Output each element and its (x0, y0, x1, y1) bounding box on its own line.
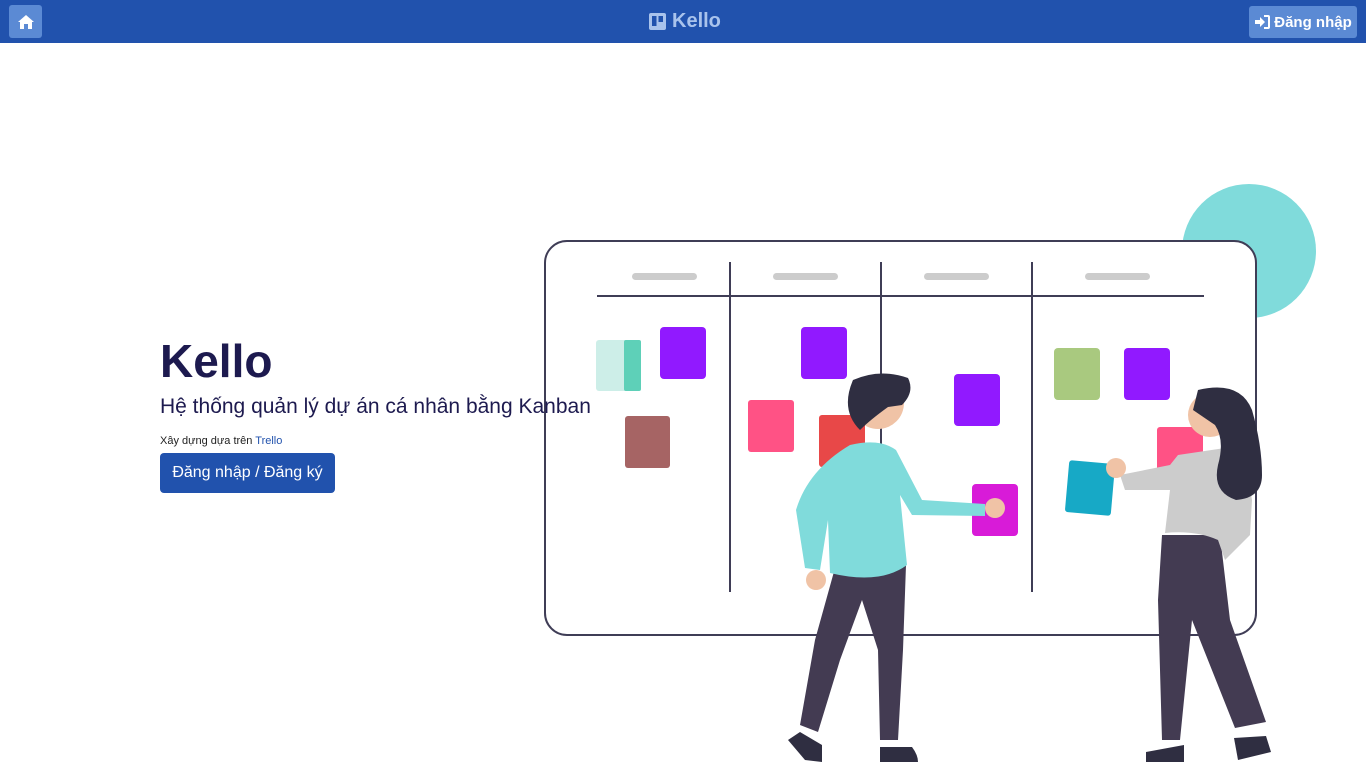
trello-board-icon (649, 12, 666, 30)
brand-logo[interactable]: Kello (649, 10, 721, 32)
trello-link[interactable]: Trello (255, 435, 282, 447)
home-button[interactable] (9, 5, 42, 38)
kanban-illustration (540, 180, 1330, 768)
sign-in-icon (1255, 15, 1271, 29)
hero-title: Kello (160, 335, 273, 387)
login-button[interactable]: Đăng nhập (1249, 6, 1357, 38)
built-on-prefix: Xây dựng dựa trên (160, 435, 253, 447)
login-label: Đăng nhập (1274, 13, 1352, 31)
top-navbar: Kello Đăng nhập (0, 0, 1366, 43)
brand-name: Kello (672, 9, 721, 32)
built-on-note: Xây dựng dựa trên Trello (160, 434, 282, 448)
login-register-button[interactable]: Đăng nhập / Đăng ký (160, 453, 335, 493)
hero-subtitle: Hệ thống quản lý dự án cá nhân bằng Kanb… (160, 395, 591, 418)
home-icon (17, 14, 34, 29)
